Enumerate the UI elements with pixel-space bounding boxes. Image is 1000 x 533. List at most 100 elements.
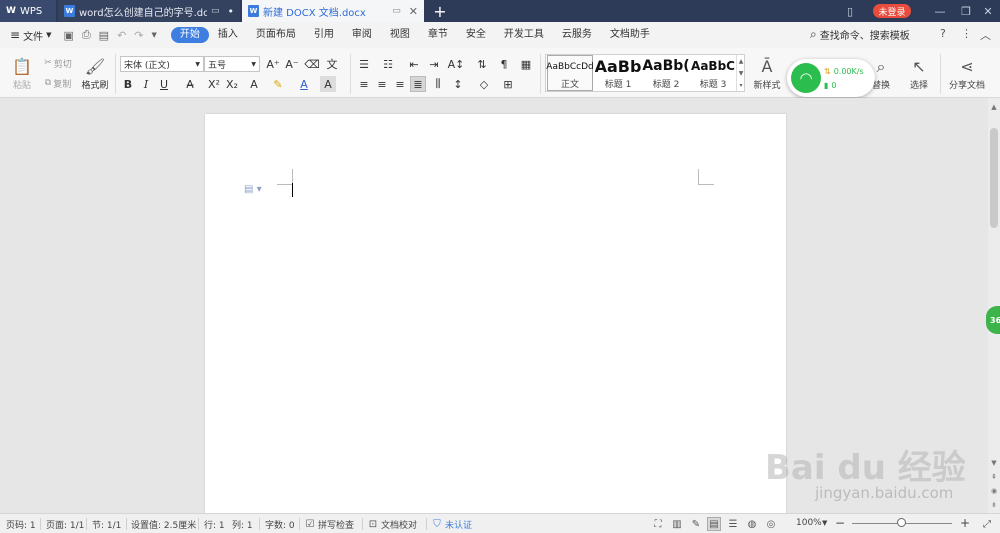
zoom-out-icon[interactable]: − [835,516,845,530]
font-size-select[interactable]: 五号 ▼ [204,56,260,72]
row-indicator[interactable]: 行: 1 [204,518,225,531]
word-count[interactable]: 字数: 0 [265,518,295,531]
new-style-button[interactable]: Ā 新样式 [750,54,784,94]
window-mode-icon[interactable]: ▯ [842,3,858,19]
distributed-icon[interactable]: ⫼ [430,76,446,92]
select-button[interactable]: ↖ 选择 [904,54,934,94]
web-view-icon[interactable]: ◍ [745,517,759,531]
line-spacing-icon[interactable]: ↕ [450,76,466,92]
shrink-font-icon[interactable]: A⁻ [284,56,300,72]
chinese-layout-icon[interactable]: A↕ [448,56,465,72]
scroll-thumb[interactable] [990,128,998,228]
borders-icon[interactable]: ▦ [518,56,534,72]
dot-icon[interactable]: • [228,5,235,18]
highlight-icon[interactable]: ✎ [270,76,286,92]
write-mode-icon[interactable]: ✎ [689,517,703,531]
zoom-value[interactable]: 100% [796,518,822,528]
help-icon[interactable]: ? [940,27,946,40]
font-color-icon[interactable]: A [296,76,312,92]
style-normal[interactable]: AaBbCcDd 正文 [546,55,594,91]
next-page-icon[interactable]: ⇟ [988,500,1000,510]
minimize-icon[interactable]: — [932,3,948,19]
page-number[interactable]: 页码: 1 [6,518,36,531]
scroll-down-icon[interactable]: ▼ [988,458,1000,468]
expand-corner-icon[interactable]: ⤢ [980,517,994,531]
cut-button[interactable]: ✂ 剪切 [40,56,76,70]
tab-security[interactable]: 安全 [457,27,495,43]
share-document-button[interactable]: ⋖ 分享文档 [946,54,988,94]
zoom-in-icon[interactable]: + [960,516,970,530]
style-heading-3[interactable]: AaBbC 标题 3 [691,55,735,91]
shading-icon[interactable]: ◇ [476,76,492,92]
font-name-select[interactable]: 宋体 (正文) ▼ [120,56,204,72]
tab-home[interactable]: 开始 [170,27,209,43]
paste-button[interactable]: 📋 粘贴 [8,54,36,94]
show-marks-icon[interactable]: ¶ [496,56,512,72]
align-left-icon[interactable]: ≡ [356,76,372,92]
bullet-list-icon[interactable]: ☰ [356,56,372,72]
grow-font-icon[interactable]: A⁺ [265,56,281,72]
chevron-down-icon[interactable]: ▼ [152,31,157,39]
spellcheck-button[interactable]: 拼写检查 [318,518,354,531]
eye-protect-icon[interactable]: ◎ [764,517,778,531]
tab-developer[interactable]: 开发工具 [495,27,553,43]
numbered-list-icon[interactable]: ☷ [380,56,396,72]
decrease-indent-icon[interactable]: ⇤ [406,56,422,72]
tab-references[interactable]: 引用 [305,27,343,43]
sort-icon[interactable]: ⇅ [474,56,490,72]
tab-chapter[interactable]: 章节 [419,27,457,43]
paragraph-layout-icon[interactable]: ▤ ▾ [244,184,262,195]
save-icon[interactable]: ▣ [63,29,73,42]
zoom-slider-knob[interactable] [897,518,906,527]
setting-value[interactable]: 设置值: 2.5厘米 [131,518,196,531]
restore-icon[interactable]: ❐ [958,3,974,19]
format-painter-button[interactable]: 🖌 格式刷 [80,54,110,94]
align-right-icon[interactable]: ≡ [392,76,408,92]
proofread-button[interactable]: 文档校对 [381,518,417,531]
screen-icon[interactable]: ▭ [392,6,401,16]
style-heading-1[interactable]: AaBb 标题 1 [595,55,642,91]
prev-page-icon[interactable]: ⇞ [988,472,1000,482]
subscript-icon[interactable]: X₂ [224,76,240,92]
document-page[interactable]: ▤ ▾ [205,114,786,514]
tab-doc-assistant[interactable]: 文档助手 [601,27,659,43]
italic-icon[interactable]: I [138,76,154,92]
section-count[interactable]: 节: 1/1 [92,518,121,531]
tab-page-layout[interactable]: 页面布局 [247,27,305,43]
zoom-dropdown-icon[interactable]: ▼ [822,519,827,527]
table-border-icon[interactable]: ⊞ [500,76,516,92]
select-browse-icon[interactable]: ◉ [988,486,1000,496]
tab-insert[interactable]: 插入 [209,27,247,43]
clear-format-icon[interactable]: ⌫ [304,56,320,72]
scroll-up-icon[interactable]: ▲ [988,102,1000,112]
command-search[interactable]: ⌕ 查找命令、搜索模板 [810,27,910,42]
reading-mode-icon[interactable]: ▥ [670,517,684,531]
auth-status[interactable]: 未认证 [445,518,472,531]
style-heading-2[interactable]: AaBb( 标题 2 [642,55,690,91]
column-indicator[interactable]: 列: 1 [232,518,253,531]
fullscreen-icon[interactable]: ⛶ [651,517,665,531]
print-preview-icon[interactable]: ▤ [99,29,109,42]
copy-button[interactable]: ⧉ 复制 [40,76,76,90]
side-360-badge[interactable]: 36 [986,306,1000,334]
align-center-icon[interactable]: ≡ [374,76,390,92]
page-view-icon[interactable]: ▤ [707,517,721,531]
wps-home-tab[interactable]: W WPS [0,0,56,22]
page-count[interactable]: 页面: 1/1 [46,518,84,531]
network-speed-widget[interactable]: ◠ ⇅ 0.00K/s ▮ 0 [787,59,875,97]
justify-icon[interactable]: ≣ [410,76,426,92]
tab-cloud[interactable]: 云服务 [553,27,601,43]
print-icon[interactable]: ⎙ [82,28,91,42]
close-window-icon[interactable]: ✕ [980,3,996,19]
new-tab-button[interactable]: + [430,1,450,21]
tab-document-2[interactable]: W 新建 DOCX 文档.docx ▭ ✕ [242,0,424,22]
file-menu[interactable]: ≡ 文件 ▼ [10,28,51,43]
tab-review[interactable]: 审阅 [343,27,381,43]
screen-icon[interactable]: ▭ [211,6,220,16]
close-tab-icon[interactable]: ✕ [409,5,418,18]
more-icon[interactable]: ⋮ [961,27,972,40]
outline-view-icon[interactable]: ☰ [726,517,740,531]
bold-icon[interactable]: B [120,76,136,92]
redo-icon[interactable]: ↷ [134,29,143,42]
tab-view[interactable]: 视图 [381,27,419,43]
